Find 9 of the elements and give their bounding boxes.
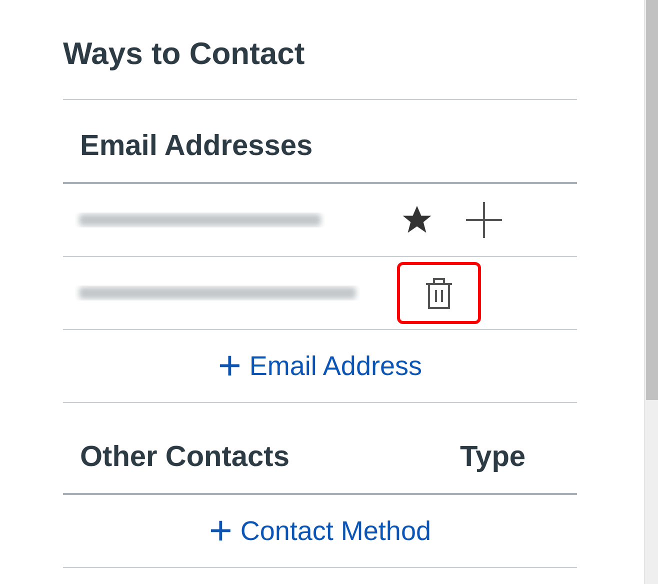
column-header: Other Contacts (80, 440, 290, 474)
section-heading: Email Addresses (80, 128, 313, 164)
trash-icon (424, 276, 454, 310)
scrollbar[interactable] (644, 0, 658, 584)
add-link[interactable]: + Email Address (218, 346, 422, 386)
plus-icon[interactable] (464, 200, 504, 240)
add-link[interactable]: + Contact Method (209, 510, 431, 552)
column-header: Type (460, 440, 526, 474)
section-title: Ways to Contact (63, 34, 305, 72)
